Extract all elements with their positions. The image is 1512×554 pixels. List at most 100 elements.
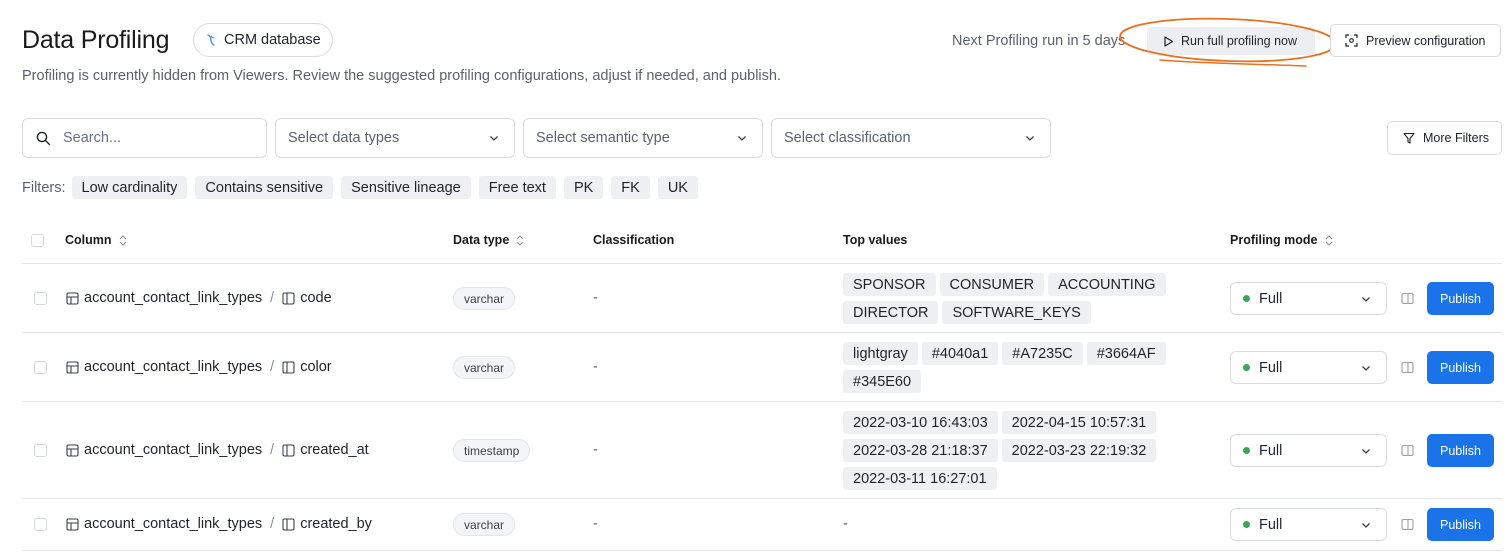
profiling-mode-select[interactable]: Full: [1230, 282, 1387, 315]
filter-tag-sensitive-lineage[interactable]: Sensitive lineage: [341, 176, 471, 199]
table-icon: [66, 291, 79, 305]
chevron-down-icon: [1362, 448, 1370, 454]
more-filters-label: More Filters: [1423, 131, 1489, 145]
top-value: 2022-03-23 22:19:32: [1001, 439, 1157, 462]
column-path[interactable]: account_contact_link_types / created_by: [66, 516, 372, 532]
publish-button[interactable]: Publish: [1427, 508, 1494, 541]
top-values-empty: -: [843, 516, 848, 532]
status-dot: [1243, 295, 1250, 302]
profiling-mode-value: Full: [1259, 516, 1283, 533]
semantic-type-placeholder: Select semantic type: [536, 130, 670, 146]
column-header-data-type[interactable]: Data type: [453, 233, 525, 247]
side-panel-icon[interactable]: [1401, 292, 1414, 305]
next-run-text: Next Profiling run in 5 days: [952, 33, 1126, 49]
profiling-mode-select[interactable]: Full: [1230, 434, 1387, 467]
column-path[interactable]: account_contact_link_types / color: [66, 359, 332, 375]
preview-configuration-label: Preview configuration: [1366, 33, 1486, 48]
column-name: code: [300, 290, 332, 306]
filters-row: Filters: Low cardinality Contains sensit…: [22, 176, 698, 199]
path-separator: /: [270, 290, 275, 306]
database-icon: [207, 34, 215, 46]
chevron-down-icon: [1026, 136, 1034, 141]
search-input[interactable]: [63, 130, 243, 146]
top-value: #3664AF: [1086, 342, 1166, 365]
column-icon: [282, 443, 295, 457]
status-dot: [1243, 364, 1250, 371]
column-header-label: Column: [65, 233, 112, 247]
column-icon: [282, 291, 295, 305]
scan-icon: [1345, 34, 1358, 47]
filter-icon: [1403, 132, 1415, 144]
database-chip[interactable]: CRM database: [193, 23, 333, 57]
data-type-header-label: Data type: [453, 233, 510, 247]
data-type-badge: varchar: [453, 356, 516, 379]
top-value: 2022-04-15 10:57:31: [1001, 411, 1157, 434]
sort-icon: [516, 234, 524, 246]
top-value: CONSUMER: [939, 273, 1045, 296]
top-value: 2022-03-10 16:43:03: [843, 411, 998, 434]
side-panel-icon[interactable]: [1401, 518, 1414, 531]
row-checkbox[interactable]: [34, 518, 47, 531]
table-name: account_contact_link_types: [84, 290, 263, 306]
table-row: account_contact_link_types / created_at …: [22, 402, 1502, 499]
top-value: 2022-03-11 16:27:01: [843, 467, 997, 490]
profiling-mode-select[interactable]: Full: [1230, 351, 1387, 384]
side-panel-icon[interactable]: [1401, 444, 1414, 457]
preview-configuration-button[interactable]: Preview configuration: [1330, 24, 1501, 57]
table-name: account_contact_link_types: [84, 359, 263, 375]
sort-icon: [1325, 234, 1332, 246]
data-type-badge: timestamp: [453, 439, 531, 462]
publish-button[interactable]: Publish: [1427, 434, 1494, 467]
classification-value: -: [593, 516, 598, 532]
profiling-table: Column Data type Classification Top valu…: [22, 218, 1502, 551]
run-full-profiling-button[interactable]: Run full profiling now: [1147, 27, 1315, 55]
filter-tag-uk[interactable]: UK: [657, 176, 698, 199]
top-value: #4040a1: [921, 342, 999, 365]
chevron-down-icon: [1362, 365, 1370, 371]
filter-tag-contains-sensitive[interactable]: Contains sensitive: [195, 176, 334, 199]
data-types-select[interactable]: Select data types: [275, 118, 515, 158]
publish-button[interactable]: Publish: [1427, 282, 1494, 315]
profiling-mode-header-label: Profiling mode: [1230, 233, 1318, 247]
table-icon: [66, 360, 79, 374]
filter-tag-fk[interactable]: FK: [611, 176, 650, 199]
row-checkbox[interactable]: [34, 292, 47, 305]
semantic-type-select[interactable]: Select semantic type: [523, 118, 763, 158]
path-separator: /: [270, 359, 275, 375]
data-type-badge: varchar: [453, 513, 516, 536]
classification-value: -: [593, 359, 598, 375]
chevron-down-icon: [490, 136, 498, 141]
top-value: ACCOUNTING: [1048, 273, 1166, 296]
top-values: SPONSOR CONSUMER ACCOUNTING DIRECTOR SOF…: [843, 273, 1188, 324]
filters-label: Filters:: [22, 179, 66, 196]
profiling-mode-value: Full: [1259, 359, 1283, 376]
column-path[interactable]: account_contact_link_types / code: [66, 290, 332, 306]
table-icon: [66, 443, 79, 457]
filter-tag-free-text[interactable]: Free text: [478, 176, 556, 199]
top-value: SOFTWARE_KEYS: [942, 301, 1091, 324]
run-full-profiling-label: Run full profiling now: [1181, 34, 1298, 48]
row-checkbox[interactable]: [34, 444, 47, 457]
publish-button[interactable]: Publish: [1427, 351, 1494, 384]
table-row: account_contact_link_types / color varch…: [22, 333, 1502, 402]
column-name: created_at: [300, 442, 369, 458]
profiling-mode-value: Full: [1259, 442, 1283, 459]
row-checkbox[interactable]: [34, 361, 47, 374]
column-path[interactable]: account_contact_link_types / created_at: [66, 442, 369, 458]
select-all-checkbox[interactable]: [31, 234, 44, 247]
profiling-mode-select[interactable]: Full: [1230, 508, 1387, 541]
top-value: 2022-03-28 21:18:37: [843, 439, 998, 462]
top-value: #A7235C: [1002, 342, 1083, 365]
filter-tag-low-cardinality[interactable]: Low cardinality: [71, 176, 188, 199]
classification-select[interactable]: Select classification: [771, 118, 1051, 158]
column-header-classification: Classification: [593, 233, 674, 247]
status-dot: [1243, 521, 1250, 528]
column-header-profiling-mode[interactable]: Profiling mode: [1230, 233, 1334, 247]
classification-value: -: [593, 442, 598, 458]
search-box[interactable]: [22, 118, 267, 158]
column-header-column[interactable]: Column: [65, 233, 128, 247]
more-filters-button[interactable]: More Filters: [1387, 121, 1502, 155]
classification-placeholder: Select classification: [784, 130, 911, 146]
filter-tag-pk[interactable]: PK: [563, 176, 604, 199]
side-panel-icon[interactable]: [1401, 361, 1414, 374]
